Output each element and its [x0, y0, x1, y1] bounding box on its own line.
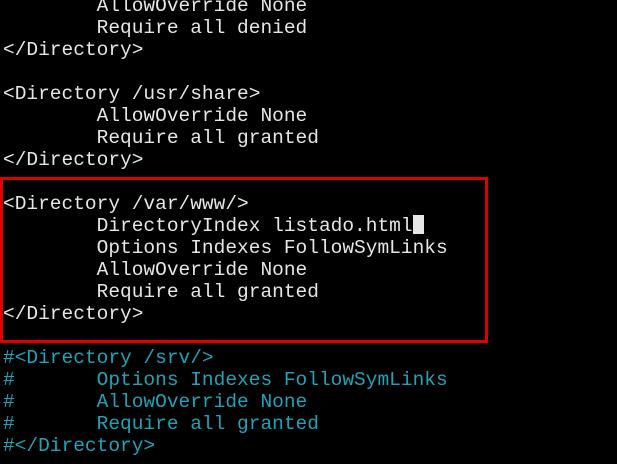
comment-line: #<Directory /srv/>: [3, 347, 214, 369]
line-text: #</Directory>: [3, 435, 156, 457]
line-text: DirectoryIndex listado.html: [3, 215, 413, 237]
line-text: </Directory>: [3, 303, 144, 325]
line-text: </Directory>: [3, 149, 144, 171]
comment-line: # Options Indexes FollowSymLinks: [3, 369, 448, 391]
config-line: Require all denied: [3, 17, 308, 39]
comment-line: # Require all granted: [3, 413, 319, 435]
line-text: AllowOverride None: [3, 259, 308, 281]
line-text: </Directory>: [3, 39, 144, 61]
line-text: #<Directory /srv/>: [3, 347, 214, 369]
config-line: </Directory>: [3, 149, 143, 171]
line-text: # Options Indexes FollowSymLinks: [3, 369, 448, 391]
line-text: <Directory /var/www/>: [3, 193, 249, 215]
terminal-editor[interactable]: AllowOverride None Require all denied </D…: [0, 0, 617, 464]
line-text: AllowOverride None: [3, 0, 308, 17]
config-line: AllowOverride None: [3, 105, 308, 127]
line-text: Options Indexes FollowSymLinks: [3, 237, 448, 259]
config-line: Require all granted: [3, 127, 319, 149]
line-text: Require all granted: [3, 281, 319, 303]
config-line: Require all granted: [3, 281, 319, 303]
line-text: # AllowOverride None: [3, 391, 308, 413]
config-line: <Directory /var/www/>: [3, 193, 249, 215]
line-text: AllowOverride None: [3, 105, 308, 127]
config-line: Options Indexes FollowSymLinks: [3, 237, 448, 259]
config-line: </Directory>: [3, 303, 143, 325]
config-line: </Directory>: [3, 39, 143, 61]
config-line: AllowOverride None: [3, 0, 308, 17]
line-text: Require all granted: [3, 127, 319, 149]
comment-line: # AllowOverride None: [3, 391, 307, 413]
line-text: Require all denied: [3, 17, 308, 39]
config-line: DirectoryIndex listado.html: [3, 215, 424, 237]
line-text: # Require all granted: [3, 413, 319, 435]
text-cursor: [412, 215, 424, 234]
config-line: AllowOverride None: [3, 259, 308, 281]
line-text: <Directory /usr/share>: [3, 83, 261, 105]
config-line: <Directory /usr/share>: [3, 83, 260, 105]
comment-line: #</Directory>: [3, 435, 155, 457]
